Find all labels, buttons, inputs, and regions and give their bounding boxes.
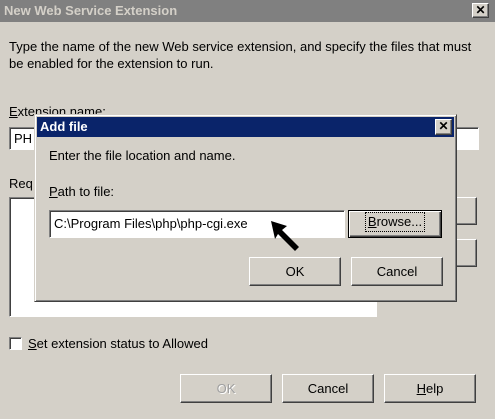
help-button[interactable]: Help [384, 374, 476, 403]
outer-close-button[interactable]: ✕ [472, 3, 489, 18]
browse-button[interactable]: Browse... [348, 210, 442, 238]
add-file-ok-button[interactable]: OK [249, 257, 341, 286]
outer-ok-button[interactable]: OK [180, 374, 272, 403]
close-icon: ✕ [475, 3, 486, 17]
close-icon: ✕ [438, 119, 449, 133]
allowed-status-row[interactable]: Set extension status to Allowed [9, 335, 208, 351]
required-files-label: Req [9, 176, 33, 191]
allowed-status-label: Set extension status to Allowed [28, 336, 208, 352]
add-file-title: Add file [40, 119, 88, 134]
allowed-status-checkbox[interactable] [9, 337, 22, 351]
add-file-cancel-button[interactable]: Cancel [351, 257, 443, 286]
path-to-file-label: Path to file: [49, 184, 115, 199]
outer-titlebar: New Web Service Extension ✕ [0, 0, 495, 22]
add-file-dialog: Add file ✕ Enter the file location and n… [34, 114, 457, 302]
add-file-titlebar: Add file ✕ [37, 117, 454, 137]
add-file-description: Enter the file location and name. [49, 148, 236, 163]
add-file-close-button[interactable]: ✕ [435, 119, 452, 135]
outer-cancel-button[interactable]: Cancel [282, 374, 374, 403]
cursor-arrow-icon [271, 221, 299, 251]
outer-description: Type the name of the new Web service ext… [9, 39, 472, 71]
outer-title: New Web Service Extension [4, 3, 178, 18]
